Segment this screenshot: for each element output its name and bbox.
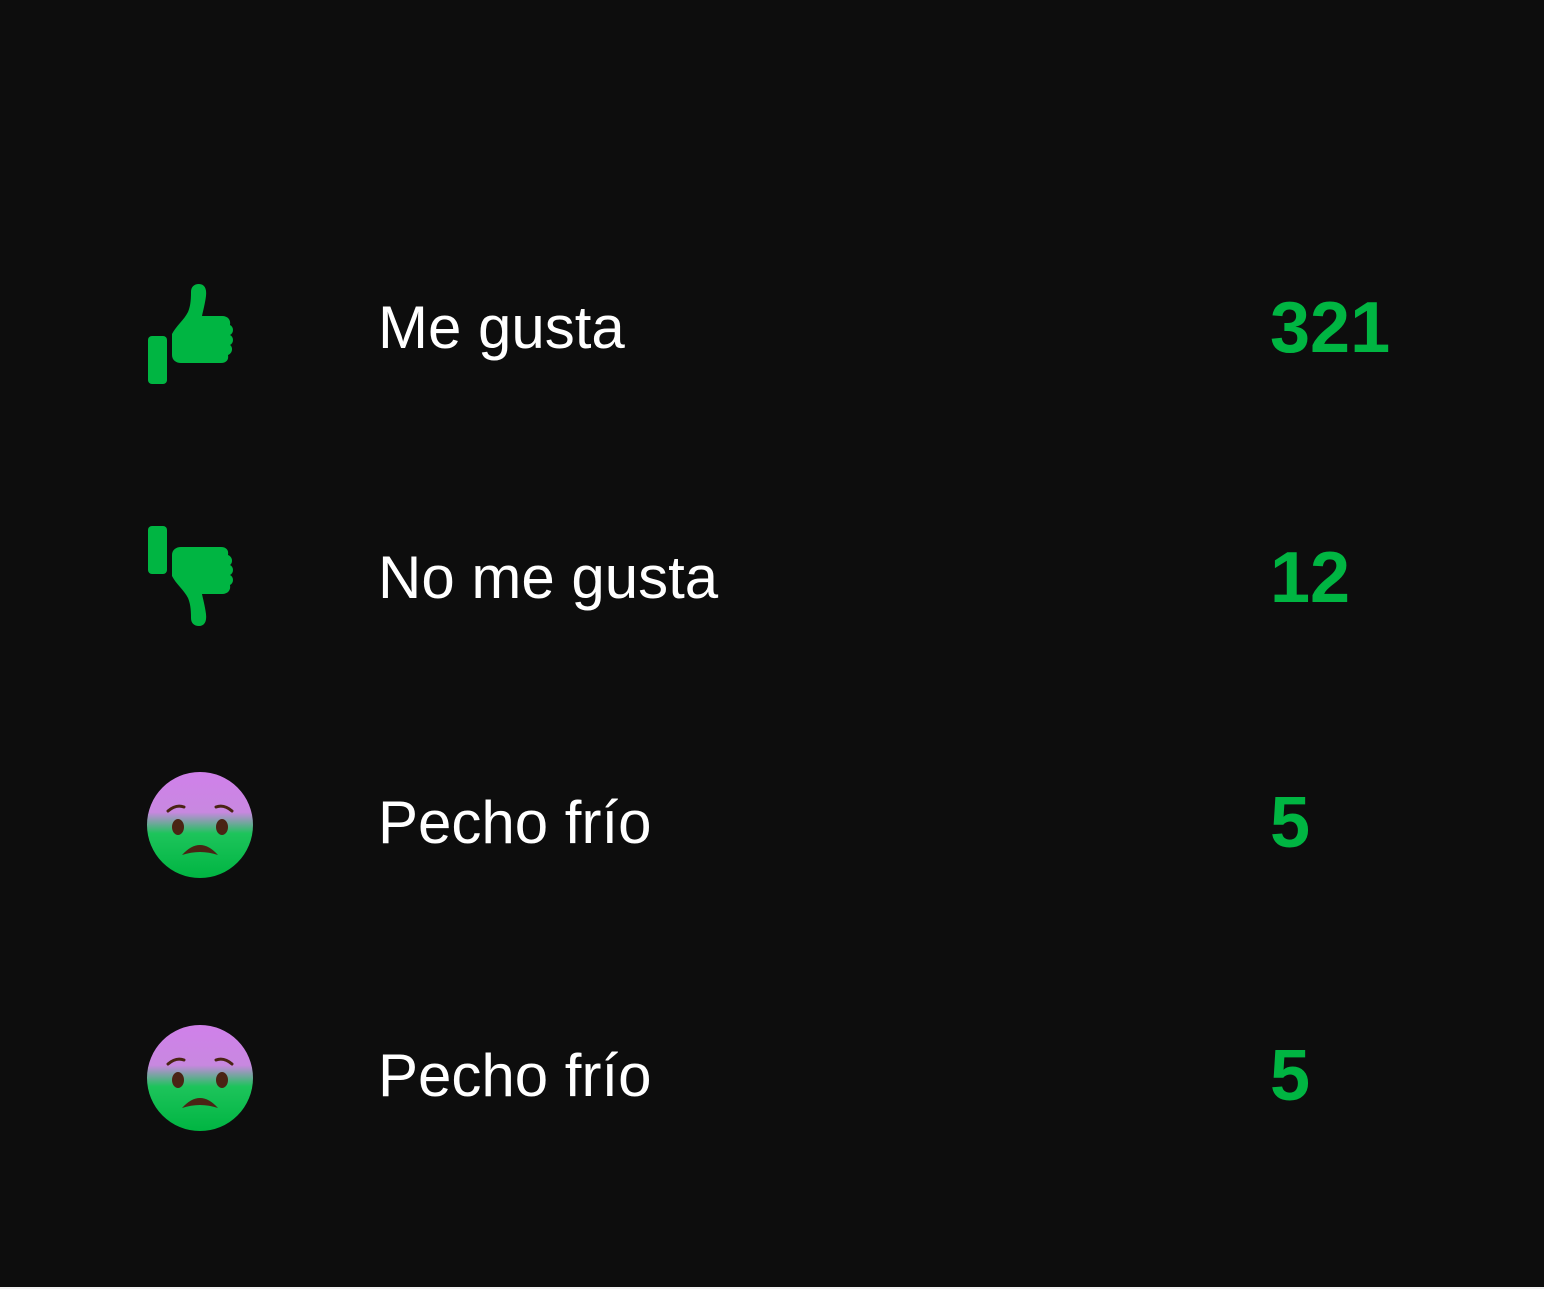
reaction-label: No me gusta xyxy=(378,544,719,611)
reaction-count: 12 xyxy=(1270,538,1351,618)
thumbs-down-icon xyxy=(146,526,254,634)
reaction-row-dislike[interactable]: No me gusta 12 xyxy=(0,508,1544,648)
cold-face-icon xyxy=(146,771,254,879)
reaction-count: 321 xyxy=(1270,288,1391,368)
reaction-list: Me gusta 321 No me gusta 12 Pecho frío 5… xyxy=(0,0,1544,1289)
thumbs-up-icon xyxy=(146,276,254,384)
reaction-label: Me gusta xyxy=(378,294,625,361)
reaction-row-like[interactable]: Me gusta 321 xyxy=(0,258,1544,398)
reaction-label: Pecho frío xyxy=(378,789,652,856)
reaction-row-cold-chest[interactable]: Pecho frío 5 xyxy=(0,1006,1544,1146)
cold-face-icon xyxy=(146,1024,254,1132)
reaction-label: Pecho frío xyxy=(378,1042,652,1109)
reaction-count: 5 xyxy=(1270,1036,1311,1116)
reaction-count: 5 xyxy=(1270,783,1311,863)
reaction-row-cold-chest[interactable]: Pecho frío 5 xyxy=(0,753,1544,893)
